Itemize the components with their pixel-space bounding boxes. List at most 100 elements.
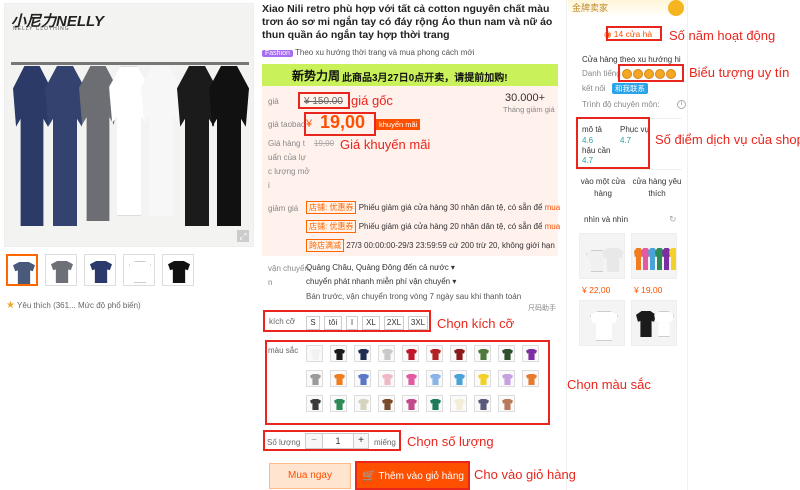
refresh-icon[interactable]: ↻ bbox=[669, 214, 677, 225]
coupon-tag: 店铺: 优惠券 bbox=[306, 201, 357, 214]
ref-price-label-3: c lượng mở bbox=[268, 167, 310, 176]
annotation-service-score: Số điểm dịch vụ của shop bbox=[655, 132, 800, 147]
shirt-navy-2 bbox=[45, 66, 85, 226]
ref-price-label-4: i bbox=[268, 181, 270, 190]
rating-label: Danh tiếng bbox=[582, 69, 621, 78]
shop-header-title: 金牌卖家 bbox=[572, 3, 609, 13]
gold-medal-icon bbox=[668, 0, 684, 16]
annotation-box-size bbox=[263, 310, 431, 332]
annotation-box-reputation bbox=[618, 64, 684, 82]
gallery-thumb-5[interactable] bbox=[162, 254, 194, 286]
thumb-shirt bbox=[129, 261, 151, 283]
thumb-shirt bbox=[13, 262, 35, 284]
promo-banner: 新势力周 此商品3月27日0点开卖，请提前加购! bbox=[262, 64, 558, 86]
ref-price-label: Giá hàng t bbox=[268, 139, 305, 148]
recommend-title: nhìn và nhìn bbox=[584, 215, 629, 224]
annotation-choose-color: Chọn màu sắc bbox=[567, 377, 651, 392]
shipping-time: Bán trước, vận chuyển trong vòng 7 ngày … bbox=[306, 292, 522, 301]
gallery-thumb-2[interactable] bbox=[45, 254, 77, 286]
star-icon: ★ bbox=[6, 300, 15, 311]
shipping-label: vận chuyển bbox=[268, 264, 309, 273]
shipping-label-2: n bbox=[268, 278, 273, 287]
annotation-box-years bbox=[606, 26, 662, 41]
contact-label: kết nối bbox=[582, 84, 606, 93]
shipping-fee-text: chuyển phát nhanh miễn phí vận chuyển bbox=[306, 277, 451, 286]
response-label: Trình độ chuyên môn: bbox=[582, 100, 660, 109]
shop-header: 金牌卖家 bbox=[568, 0, 686, 18]
annotation-box-qty bbox=[263, 430, 401, 451]
rec-shirt bbox=[654, 311, 674, 337]
shipping-from-text: Quảng Châu, Quảng Đông đến cả nước bbox=[306, 263, 449, 272]
annotation-sale-price: Giá khuyến mãi bbox=[340, 137, 431, 152]
rec-shirt bbox=[636, 311, 656, 337]
rec-price-2: ¥ 19,00 bbox=[634, 285, 663, 295]
annotation-reputation: Biểu tượng uy tín bbox=[689, 65, 790, 80]
coupon-time: 27/3 00:00:00-29/3 23:59:59 cứ 200 trừ 2… bbox=[346, 241, 555, 250]
ref-price: 19,00 bbox=[314, 139, 335, 148]
rec-price-1: ¥ 22,00 bbox=[582, 285, 611, 295]
shirt-white-2 bbox=[141, 66, 181, 216]
coupon-row-1: 店铺: 优惠券 Phiếu giảm giá cửa hàng 30 nhân … bbox=[306, 201, 560, 214]
rec-product-3[interactable] bbox=[579, 300, 625, 346]
coupon-text: Phiếu giảm giá cửa hàng 20 nhân dân tệ, … bbox=[358, 222, 543, 231]
fashion-badge: Fashion bbox=[262, 50, 293, 57]
rec-product-4[interactable] bbox=[631, 300, 677, 346]
fashion-row: Fashion Theo xu hướng thời trang và mua … bbox=[262, 48, 474, 57]
annotation-original-price: giá gốc bbox=[351, 93, 393, 108]
rec-shirt bbox=[602, 248, 624, 272]
shipping-fee[interactable]: chuyển phát nhanh miễn phí vận chuyển ▾ bbox=[306, 277, 456, 286]
size-chart-link[interactable]: 尺码助手 bbox=[528, 303, 556, 313]
annotation-choose-size: Chọn kích cỡ bbox=[437, 316, 515, 331]
coupon-row-3: 跨店满减 27/3 00:00:00-29/3 23:59:59 cứ 200 … bbox=[306, 239, 555, 252]
favorite-shop-button[interactable]: cửa hàng yêu thích bbox=[632, 176, 682, 206]
promo-banner-text: 此商品3月27日0点开卖，请提前加购! bbox=[342, 73, 508, 84]
sold-count: 30.000+ bbox=[505, 92, 546, 104]
discount-label: giảm giá bbox=[268, 204, 299, 213]
product-title: Xiao Nili retro phù hợp với tất cả cotto… bbox=[262, 3, 553, 41]
main-product-image[interactable]: 小尼力NELLY NELLY CLOTHING ⤢ bbox=[4, 3, 254, 247]
ref-price-label-2: uẩn của lự bbox=[268, 153, 306, 162]
favorite-label: Yêu thích (361... Mức độ phổ biến) bbox=[17, 301, 141, 310]
coupon-buy-link[interactable]: mua bbox=[545, 203, 561, 212]
contact-link[interactable]: 和我联系 bbox=[612, 83, 648, 94]
shop-follow-title: Cửa hàng theo xu hướng hi bbox=[582, 55, 681, 64]
zoom-icon[interactable]: ⤢ bbox=[237, 230, 249, 242]
rec-product-2[interactable] bbox=[631, 233, 677, 279]
annotation-box-sale-price bbox=[304, 112, 376, 136]
enter-shop-button[interactable]: vào một cửa hàng bbox=[578, 176, 628, 206]
coupon-row-2: 店铺: 优惠券 Phiếu giảm giá cửa hàng 20 nhân … bbox=[306, 220, 560, 233]
annotation-box-scores bbox=[576, 117, 650, 169]
sale-tag: khuyến mãi bbox=[376, 119, 421, 130]
fashion-tagline: Theo xu hướng thời trang và mua phong cá… bbox=[294, 48, 475, 57]
thumb-shirt bbox=[90, 261, 112, 283]
annotation-choose-qty: Chọn số lượng bbox=[407, 434, 494, 449]
shipping-from[interactable]: Quảng Châu, Quảng Đông đến cả nước ▾ bbox=[306, 263, 455, 272]
info-icon[interactable]: i bbox=[677, 100, 686, 109]
annotation-box-cart bbox=[355, 461, 470, 490]
promo-banner-logo: 新势力周 bbox=[292, 69, 341, 83]
annotation-add-cart: Cho vào giỏ hàng bbox=[474, 467, 576, 482]
coupon-tag: 店铺: 优惠券 bbox=[306, 220, 357, 233]
annotation-box-color bbox=[265, 340, 550, 425]
price-label: giá bbox=[268, 97, 279, 106]
buy-now-button[interactable]: Mua ngay bbox=[269, 463, 351, 489]
shirt-black-2 bbox=[209, 66, 249, 226]
gallery-thumb-1[interactable] bbox=[6, 254, 38, 286]
coupon-buy-link[interactable]: mua bbox=[545, 222, 561, 231]
annotation-box-original-price bbox=[298, 92, 350, 109]
gallery-thumb-4[interactable] bbox=[123, 254, 155, 286]
coupon-tag: 跨店满减 bbox=[306, 239, 344, 252]
sold-label: Tháng giảm giá bbox=[503, 105, 555, 114]
annotation-years: Số năm hoạt động bbox=[669, 28, 776, 43]
thumb-shirt bbox=[168, 261, 190, 283]
rec-shirt bbox=[669, 248, 676, 270]
rec-product-1[interactable] bbox=[579, 233, 625, 279]
gallery-thumb-3[interactable] bbox=[84, 254, 116, 286]
clothes-rack-bar bbox=[11, 62, 249, 65]
thumb-shirt bbox=[51, 261, 73, 283]
favorite-row[interactable]: ★ Yêu thích (361... Mức độ phổ biến) bbox=[6, 300, 141, 311]
brand-logo-sub: NELLY CLOTHING bbox=[13, 26, 70, 32]
rec-shirt bbox=[590, 311, 618, 341]
coupon-text: Phiếu giảm giá cửa hàng 30 nhân dân tệ, … bbox=[358, 203, 543, 212]
taobao-price-label: giá taobao bbox=[268, 120, 306, 129]
